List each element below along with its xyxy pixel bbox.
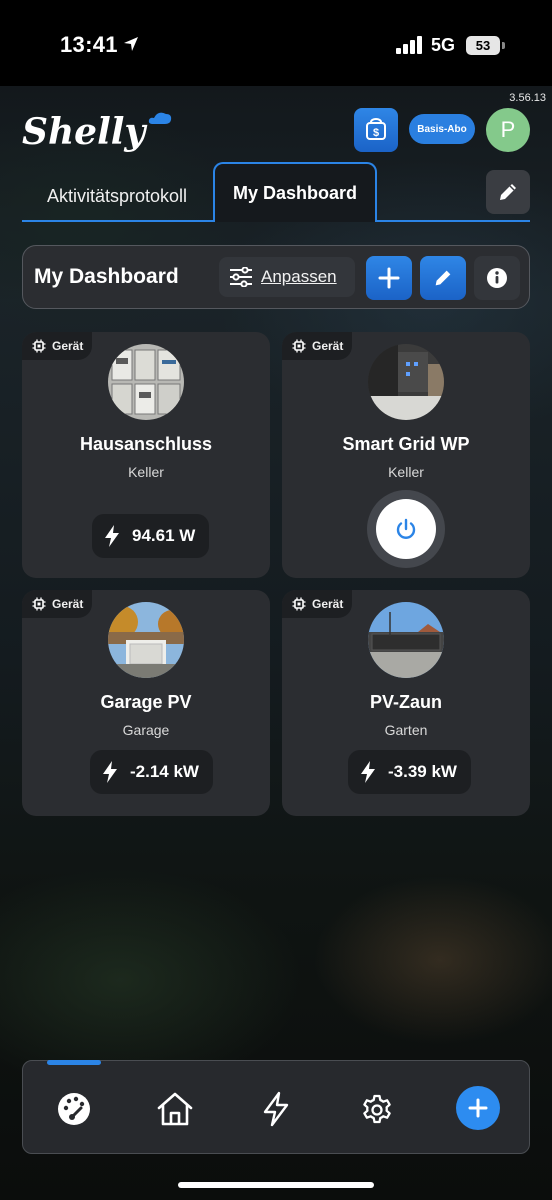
chip-icon: [32, 597, 46, 611]
chip-icon: [292, 339, 306, 353]
power-reading: -2.14 kW: [90, 750, 213, 794]
device-room: Garage: [122, 722, 170, 738]
avatar[interactable]: P: [486, 108, 530, 152]
device-badge: Gerät: [22, 590, 93, 618]
lightning-icon: [105, 525, 119, 547]
device-photo: [108, 602, 184, 678]
device-card-garage-pv[interactable]: Gerät Garage PV Garage -2.14 kW: [22, 590, 270, 816]
nav-home[interactable]: [154, 1088, 196, 1130]
active-tab-indicator: [47, 1060, 101, 1065]
power-toggle-button[interactable]: [376, 499, 436, 559]
network-type: 5G: [431, 35, 456, 55]
energy-icon: [263, 1091, 289, 1127]
device-card-smart-grid-wp[interactable]: Gerät Smart Grid WP Keller: [282, 332, 530, 578]
device-room: Keller: [128, 464, 164, 480]
power-icon: [396, 518, 416, 539]
device-room: Garten: [384, 722, 428, 738]
status-bar: 13:41 5G 53: [0, 0, 552, 86]
device-card-hausanschluss[interactable]: Gerät Hausanschluss Keller 94.61 W: [22, 332, 270, 578]
home-icon: [157, 1092, 193, 1126]
lightning-icon: [361, 761, 375, 783]
power-value: -3.39 kW: [388, 762, 457, 781]
device-badge: Gerät: [282, 332, 353, 360]
battery-indicator: 53: [466, 36, 500, 55]
device-badge: Gerät: [22, 332, 93, 360]
device-card-pv-zaun[interactable]: Gerät PV-Zaun Garten -3.39 kW: [282, 590, 530, 816]
device-name: Smart Grid WP: [342, 434, 470, 454]
sliders-icon: [230, 267, 252, 287]
logo-text: Shelly: [22, 111, 147, 153]
power-value: -2.14 kW: [130, 762, 199, 781]
store-icon: $: [366, 118, 386, 140]
nav-energy[interactable]: [255, 1088, 297, 1130]
location-arrow-icon: [124, 37, 138, 51]
dashboard-icon: [58, 1093, 90, 1125]
subscription-button[interactable]: Basis-Abo: [409, 114, 475, 144]
customize-label: Anpassen: [261, 267, 337, 286]
plus-icon: [378, 267, 400, 289]
nav-settings[interactable]: [356, 1088, 398, 1130]
battery-tip: [502, 42, 505, 49]
customize-button[interactable]: Anpassen: [219, 257, 355, 297]
settings-icon: [363, 1094, 391, 1124]
device-room: Keller: [388, 464, 424, 480]
pencil-icon: [500, 184, 516, 200]
power-reading: -3.39 kW: [348, 750, 471, 794]
edit-tabs-button[interactable]: [486, 170, 530, 214]
tab-activity-log[interactable]: Aktivitätsprotokoll: [22, 172, 212, 220]
svg-text:$: $: [373, 127, 379, 139]
device-badge-label: Gerät: [52, 597, 84, 611]
device-name: Hausanschluss: [79, 434, 213, 454]
device-photo: [368, 344, 444, 420]
device-badge: Gerät: [282, 590, 353, 618]
cellular-signal-icon: [396, 36, 422, 54]
shelly-logo: Shelly: [22, 111, 172, 153]
nav-dashboard[interactable]: [53, 1088, 95, 1130]
device-photo: [368, 602, 444, 678]
tab-my-dashboard[interactable]: My Dashboard: [213, 162, 377, 222]
device-photo: [108, 344, 184, 420]
power-toggle[interactable]: [367, 490, 445, 568]
info-button[interactable]: [474, 256, 520, 300]
device-name: Garage PV: [100, 692, 192, 712]
edit-dashboard-button[interactable]: [420, 256, 466, 300]
store-button[interactable]: $: [354, 108, 398, 152]
dashboard-header: My Dashboard Anpassen: [22, 245, 530, 309]
device-badge-label: Gerät: [52, 339, 84, 353]
device-name: PV-Zaun: [369, 692, 442, 712]
lightning-icon: [103, 761, 117, 783]
add-icon: [468, 1098, 488, 1118]
add-widget-button[interactable]: [366, 256, 412, 300]
bottom-navigation: [22, 1060, 530, 1154]
power-reading: 94.61 W: [92, 514, 210, 558]
nav-add-button[interactable]: [456, 1086, 500, 1130]
info-icon: [487, 268, 507, 288]
device-badge-label: Gerät: [312, 597, 344, 611]
pencil-icon: [435, 270, 451, 286]
status-time: 13:41: [60, 32, 118, 57]
app-version: 3.56.13: [509, 92, 546, 104]
chip-icon: [292, 597, 306, 611]
home-indicator: [178, 1182, 374, 1188]
dashboard-title: My Dashboard: [34, 265, 179, 288]
chip-icon: [32, 339, 46, 353]
power-value: 94.61 W: [132, 526, 196, 545]
device-badge-label: Gerät: [312, 339, 344, 353]
